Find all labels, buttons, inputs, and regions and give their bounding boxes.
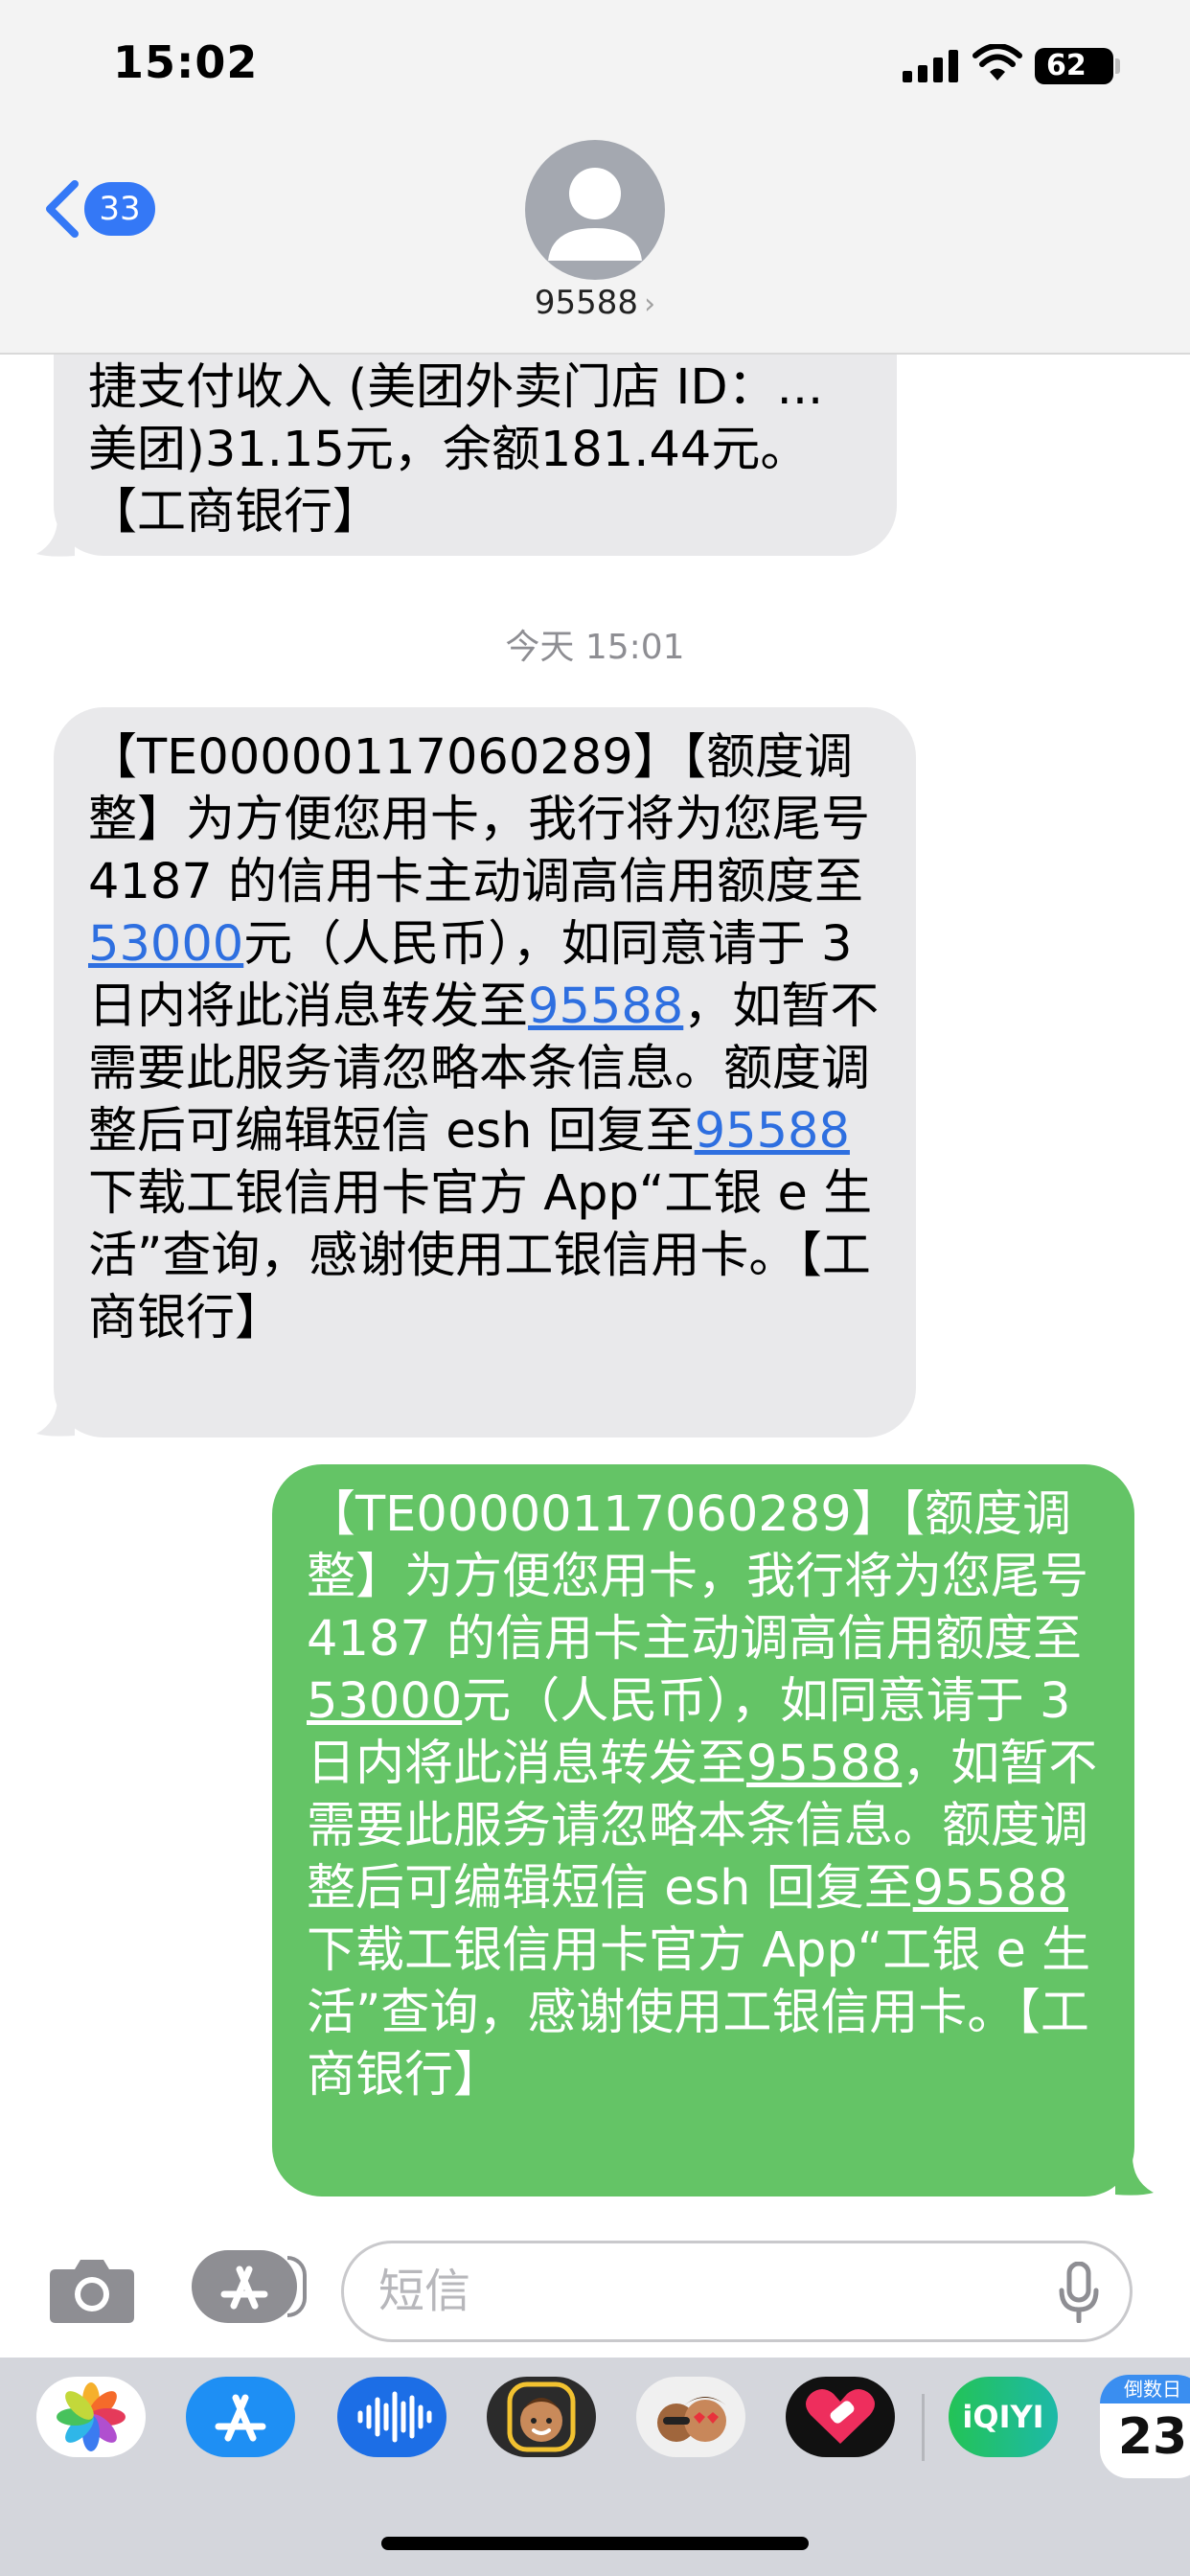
compose-bar <box>0 2223 1190 2358</box>
person-icon <box>548 168 642 261</box>
cellular-signal-icon <box>903 50 962 82</box>
amount-link[interactable]: 53000 <box>307 1673 462 1730</box>
home-indicator[interactable] <box>381 2537 809 2550</box>
memoji-stickers-app[interactable] <box>636 2377 745 2457</box>
chevron-right-icon: › <box>644 288 656 321</box>
memoji-stickers-icon <box>657 2397 726 2442</box>
phone-number-link[interactable]: 95588 <box>695 1103 850 1160</box>
memoji-icon <box>507 2381 576 2452</box>
message-text: 下载工银信用卡官方 App“工银 e 生活”查询，感谢使用工银信用卡。【工商银行… <box>307 1922 1091 2104</box>
previous-message-line: 捷支付收入 (美团外卖门店 ID：... <box>88 359 824 416</box>
photos-app[interactable] <box>36 2377 146 2457</box>
phone-number-link[interactable]: 95588 <box>913 1860 1068 1917</box>
message-timestamp: 今天 15:01 <box>505 628 685 667</box>
message-text: 【TE00000117060289】【额度调整】为方便您用卡，我行将为您尾号 4… <box>88 729 871 910</box>
bubble-tail <box>36 518 75 557</box>
countdown-app[interactable]: 倒数日 23 <box>1100 2375 1190 2478</box>
photos-icon <box>57 2382 126 2451</box>
app-store-icon <box>215 2394 266 2442</box>
contact-avatar[interactable] <box>525 140 665 280</box>
heart-icon <box>806 2389 875 2444</box>
drawer-divider <box>922 2394 925 2461</box>
incoming-message-bubble[interactable]: 【TE00000117060289】【额度调整】为方便您用卡，我行将为您尾号 4… <box>54 707 916 1438</box>
phone-number-link[interactable]: 95588 <box>528 978 683 1035</box>
back-button[interactable]: 33 <box>42 174 167 243</box>
message-input[interactable] <box>341 2241 1133 2342</box>
countdown-label: 倒数日 <box>1100 2375 1190 2404</box>
app-store-button[interactable] <box>192 2250 307 2323</box>
conversation-header: 15:02 62 33 95588 › <box>0 0 1190 355</box>
phone-number-link[interactable]: 95588 <box>746 1736 902 1792</box>
audio-waveform-icon <box>357 2391 432 2443</box>
message-text: 【TE00000117060289】【额度调整】为方便您用卡，我行将为您尾号 4… <box>307 1486 1089 1668</box>
app-store-app[interactable] <box>186 2377 295 2457</box>
outgoing-message-bubble[interactable]: 【TE00000117060289】【额度调整】为方便您用卡，我行将为您尾号 4… <box>272 1464 1134 2196</box>
apps-button-edge <box>287 2256 307 2317</box>
app-store-icon <box>220 2266 268 2310</box>
status-bar: 15:02 62 <box>0 0 1190 134</box>
unread-count-badge: 33 <box>84 182 155 236</box>
wifi-icon <box>973 44 1022 80</box>
microphone-icon[interactable] <box>1058 2262 1100 2323</box>
iqiyi-icon: iQIYI <box>962 2399 1044 2435</box>
contact-name: 95588 <box>534 284 639 322</box>
countdown-value: 23 <box>1117 2408 1188 2466</box>
bubble-tail <box>36 1397 75 1437</box>
battery-icon: 62 <box>1035 48 1113 84</box>
camera-icon[interactable] <box>48 2252 136 2325</box>
chevron-left-icon <box>46 180 79 238</box>
memoji-app[interactable] <box>487 2377 596 2457</box>
previous-message-line: 【工商银行】 <box>88 484 382 540</box>
iqiyi-app[interactable]: iQIYI <box>949 2377 1058 2457</box>
status-time: 15:02 <box>113 36 259 88</box>
battery-tip <box>1115 58 1120 74</box>
heart-app[interactable] <box>786 2377 895 2457</box>
amount-link[interactable]: 53000 <box>88 916 243 973</box>
contact-name-button[interactable]: 95588 › <box>0 284 1190 322</box>
bubble-tail <box>1115 2156 1154 2196</box>
previous-message-line: 美团)31.15元，余额181.44元。 <box>88 422 810 478</box>
message-text: 下载工银信用卡官方 App“工银 e 生活”查询，感谢使用工银信用卡。【工商银行… <box>88 1165 873 1346</box>
audio-message-app[interactable] <box>337 2377 446 2457</box>
